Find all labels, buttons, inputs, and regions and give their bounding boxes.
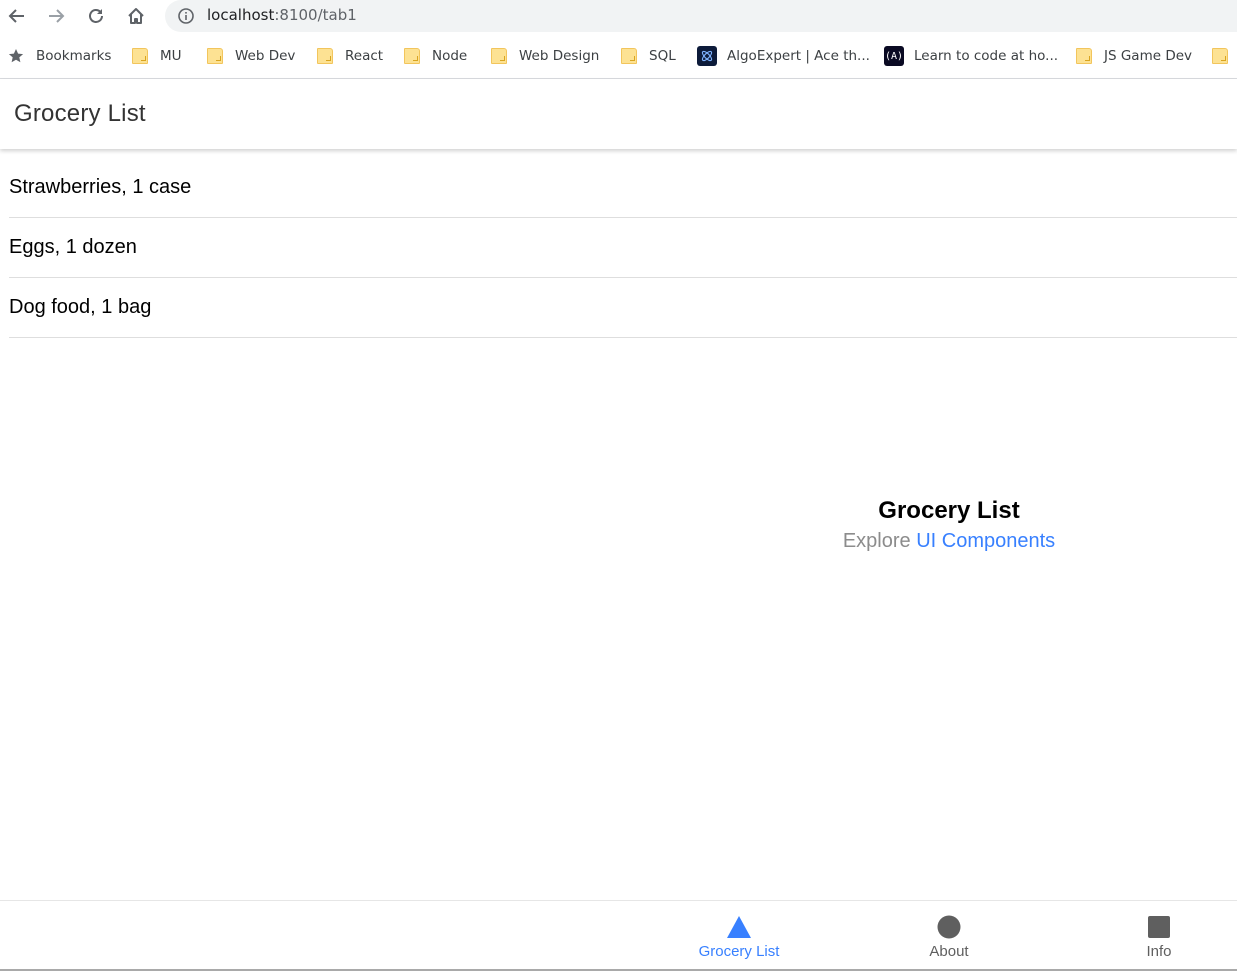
arrow-right-icon [49, 9, 65, 23]
home-icon [128, 8, 144, 24]
ui-components-link[interactable]: UI Components [916, 530, 1055, 552]
freecodecamp-icon: (A) [884, 46, 904, 66]
ellipse-icon [937, 915, 961, 939]
bookmark-web-dev[interactable]: Web Dev [207, 40, 295, 72]
star-icon [8, 49, 24, 63]
arrow-left-icon [8, 9, 24, 23]
tab-label: Info [1146, 943, 1172, 960]
bookmark-label: Bookmarks [36, 48, 112, 64]
bookmark-algoexpert[interactable]: AlgoExpert | Ace th... [697, 40, 870, 72]
url-host: localhost [207, 6, 275, 24]
bookmark-label: SQL [649, 48, 676, 64]
item-label: Strawberries, 1 case [9, 176, 192, 198]
bookmarks-bar: Bookmarks MU Web Dev React Node Web Desi… [0, 40, 1237, 72]
bookmark-web-design[interactable]: Web Design [491, 40, 599, 72]
bookmark-label: MU [160, 48, 182, 64]
square-icon [1147, 915, 1171, 939]
bookmark-sql[interactable]: SQL [621, 40, 676, 72]
bookmark-mu[interactable]: MU [132, 40, 182, 72]
info-icon[interactable] [177, 7, 195, 25]
list-item[interactable]: Eggs, 1 dozen [9, 218, 1237, 278]
bookmark-freecodecamp[interactable]: (A) Learn to code at ho... [884, 40, 1058, 72]
bookmark-label: JS Game Dev [1104, 48, 1193, 64]
bookmark-label: AlgoExpert | Ace th... [727, 48, 870, 64]
bookmark-bookmarks[interactable]: Bookmarks [8, 40, 111, 72]
explore-container: Grocery List Explore UI Components [660, 495, 1237, 555]
folder-icon [132, 48, 148, 64]
algoexpert-icon [697, 46, 717, 66]
reload-icon [89, 9, 103, 23]
explore-subtitle: Explore UI Components [660, 527, 1237, 555]
bookmark-label: React [345, 48, 384, 64]
tab-about[interactable]: About [869, 901, 1029, 969]
bookmark-label: Learn to code at ho... [914, 48, 1059, 64]
address-bar[interactable]: localhost:8100/tab1 [165, 0, 1237, 32]
folder-icon [207, 48, 223, 64]
tab-label: About [929, 943, 969, 960]
back-button[interactable] [4, 4, 30, 28]
folder-icon [1212, 48, 1228, 64]
bookmark-node[interactable]: Node [404, 40, 467, 72]
explore-title: Grocery List [878, 497, 1020, 524]
list-item[interactable]: Dog food, 1 bag [9, 278, 1237, 338]
browser-toolbar: localhost:8100/tab1 [0, 0, 1237, 33]
app-header: Grocery List [0, 79, 1237, 149]
bookmark-react[interactable]: React [317, 40, 383, 72]
bookmark-label: Node [432, 48, 468, 64]
bookmark-js-game-dev[interactable]: JS Game Dev [1076, 40, 1192, 72]
list-item[interactable]: Strawberries, 1 case [9, 158, 1237, 218]
tab-grocery-list[interactable]: Grocery List [659, 901, 819, 969]
folder-icon [621, 48, 637, 64]
folder-icon [491, 48, 507, 64]
page-title: Grocery List [14, 100, 146, 127]
url-text[interactable]: localhost:8100/tab1 [207, 6, 357, 24]
folder-icon [317, 48, 333, 64]
bookmark-label: Web Dev [235, 48, 296, 64]
tab-bar: Grocery List About Info [0, 900, 1237, 970]
folder-icon [404, 48, 420, 64]
reload-button[interactable] [83, 4, 109, 28]
bookmark-overflow-folder[interactable] [1212, 40, 1237, 72]
grocery-list: Strawberries, 1 case Eggs, 1 dozen Dog f… [9, 158, 1237, 338]
triangle-icon [726, 915, 752, 939]
bookmark-label: Web Design [519, 48, 600, 64]
explore-prefix: Explore [842, 530, 911, 552]
forward-button[interactable] [43, 4, 69, 28]
item-label: Dog food, 1 bag [9, 296, 152, 318]
tab-info[interactable]: Info [1079, 901, 1237, 969]
item-label: Eggs, 1 dozen [9, 236, 137, 258]
url-path: :8100/tab1 [274, 6, 357, 24]
home-button[interactable] [123, 4, 149, 28]
folder-icon [1076, 48, 1092, 64]
tab-label: Grocery List [698, 943, 780, 960]
